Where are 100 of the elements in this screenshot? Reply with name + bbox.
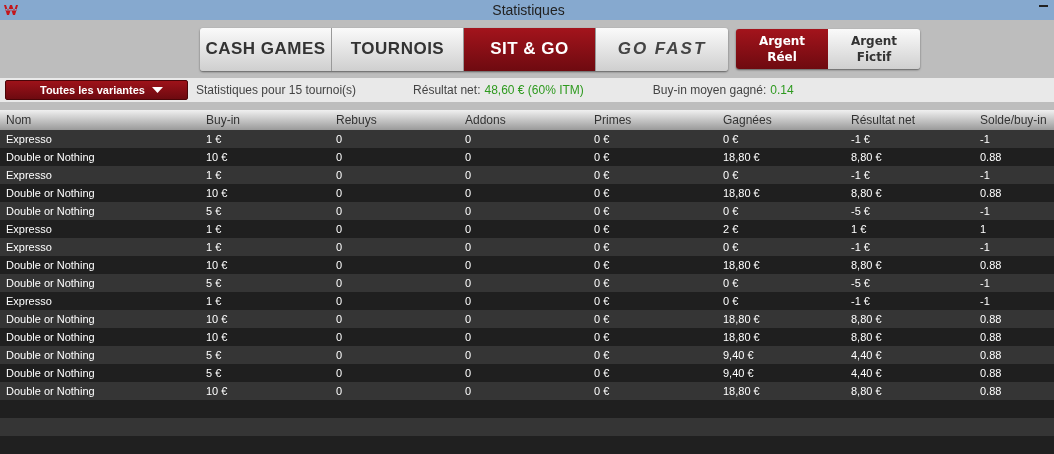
table-cell-text: 0 € [594,259,611,271]
table-cell-text: Double or Nothing [6,313,96,325]
table-cell-text: 5 € [206,349,223,361]
table-cell-text: 1 € [206,133,223,145]
table-cell-text: 10 € [206,187,229,199]
table-cell-text: 8,80 € [851,151,883,163]
table-cell-text: 0 [465,151,473,163]
table-cell-text: Double or Nothing [6,277,96,289]
variant-dropdown[interactable]: Toutes les variantes [5,80,188,100]
table-cell-text: 18,80 € [723,331,761,343]
column-header[interactable]: Nom [6,113,206,127]
table-cell-text: 0 [465,187,473,199]
game-tab[interactable]: TOURNOIS [332,27,464,71]
table-cell-text: 4,40 € [851,349,883,361]
table-cell-text: 0.88 [980,151,1003,163]
table-cell-text: 0 [465,259,473,271]
table-cell-text: 0 € [594,187,611,199]
column-header[interactable]: Addons [465,113,594,127]
table-cell-text: 0 [465,205,473,217]
table-cell-text: 18,80 € [723,385,761,397]
table-cell-text: -1 [980,277,991,289]
money-tab[interactable]: Argent Réel [736,29,828,69]
table-cell-text: Expresso [6,241,53,253]
table-cell-text: 0.88 [980,331,1003,343]
table-cell-text: 8,80 € [851,385,883,397]
table-cell-text: 8,80 € [851,331,883,343]
table-cell-text: 9,40 € [723,349,755,361]
game-tab[interactable]: CASH GAMES [200,27,332,71]
table-cell-text: 0 [465,277,473,289]
table-cell-text: -1 € [851,295,871,307]
table-cell-text: 0 € [723,241,740,253]
table-cell-text: 0 [336,223,344,235]
column-header[interactable]: Solde/buy-in [980,113,1054,127]
table-cell-text: Expresso [6,223,53,235]
table-cell-text: 0 € [594,349,611,361]
table-cell-text: -1 € [851,169,871,181]
net-result-value: 48,60 € (60% ITM) [484,83,584,97]
table-cell-text: 0.88 [980,349,1003,361]
table-cell-text: 0 [465,295,473,307]
table-cell-text: 0 € [594,169,611,181]
table-cell-text: 18,80 € [723,187,761,199]
table-cell-text: -1 € [851,133,871,145]
column-header[interactable]: Buy-in [206,113,336,127]
net-result-label: Résultat net: [413,83,481,97]
table-cell-text: 8,80 € [851,187,883,199]
table-cell-text: 0 [465,133,473,145]
game-tab[interactable]: SIT & GO [464,27,596,71]
table-cell-text: 0 [336,349,344,361]
game-tab[interactable]: GO FAST [596,27,728,71]
table-cell-text: 1 € [206,169,223,181]
table-cell-text: 1 € [206,223,223,235]
table-cell-text: 0.88 [980,367,1003,379]
table-cell-text: 10 € [206,313,229,325]
table-cell-text: 0 € [594,205,611,217]
table-cell-text: Double or Nothing [6,205,96,217]
table-cell-text: 5 € [206,205,223,217]
column-header[interactable]: Résultat net [851,113,980,127]
table-cell-text: 0 € [723,133,740,145]
table-cell-text: Double or Nothing [6,385,96,397]
tournament-count: Statistiques pour 15 tournoi(s) [196,83,357,97]
table-cell-text: 0 € [594,331,611,343]
table-cell-text: Double or Nothing [6,187,96,199]
table-cell-text: 0.88 [980,187,1003,199]
avg-buyin-label: Buy-in moyen gagné: [652,83,767,97]
column-header[interactable]: Primes [594,113,723,127]
table-cell-text: 1 € [851,223,868,235]
table-cell-text: 0 € [723,295,740,307]
table-cell-text: 0 € [594,295,611,307]
table-cell-text: 0 [336,295,344,307]
table-cell-text: -5 € [851,277,871,289]
avg-buyin-value: 0.14 [770,83,794,97]
table-cell-text: 1 [980,223,988,235]
table-cell-text: 0 € [594,223,611,235]
table-cell-text: -1 € [851,241,871,253]
table-cell-text: -1 [980,295,991,307]
table-cell-text: 0 [465,385,473,397]
table-cell-text: 9,40 € [723,367,755,379]
minimize-icon[interactable] [1039,5,1048,8]
table-cell-text: 10 € [206,259,229,271]
table-cell-text: Expresso [6,133,53,145]
table-cell-text: 5 € [206,277,223,289]
table-cell-text: Double or Nothing [6,331,96,343]
table-cell-text: 0 € [723,277,740,289]
table-cell-text: 0 [336,133,344,145]
table-cell-text: -1 [980,205,991,217]
column-header[interactable]: Gagnées [723,113,851,127]
table-cell-text: 0 [465,223,473,235]
table-cell-text: 5 € [206,367,223,379]
table-cell-text: 0 [336,169,344,181]
table-cell-text: -1 [980,133,991,145]
table-cell-text: Double or Nothing [6,259,96,271]
money-tab[interactable]: Argent Fictif [828,29,920,69]
window-title: Statistiques [492,2,565,18]
table-cell-text: 0 € [594,313,611,325]
table-cell-text: 0 € [594,277,611,289]
table-cell-text: 0 € [594,151,611,163]
logo-icon [4,4,18,16]
table-cell-text: 0 [465,367,473,379]
table-cell-text: 0 [465,349,473,361]
column-header[interactable]: Rebuys [336,113,465,127]
